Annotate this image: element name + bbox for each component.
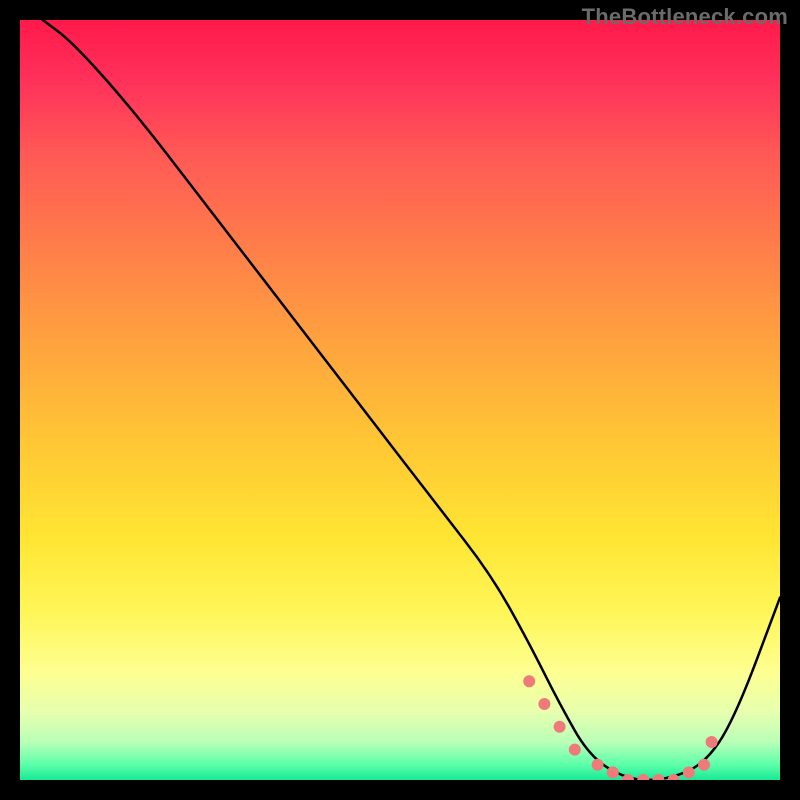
highlight-marker — [569, 744, 581, 756]
highlight-marker — [607, 766, 619, 778]
bottleneck-curve-line — [43, 20, 780, 780]
chart-svg — [20, 20, 780, 780]
highlight-marker — [652, 774, 664, 780]
highlight-marker — [683, 766, 695, 778]
highlight-marker — [698, 759, 710, 771]
highlight-marker — [554, 721, 566, 733]
chart-container: TheBottleneck.com — [0, 0, 800, 800]
highlight-marker — [706, 736, 718, 748]
highlight-marker — [592, 759, 604, 771]
watermark-text: TheBottleneck.com — [582, 4, 788, 30]
highlight-marker — [637, 774, 649, 780]
highlight-marker — [523, 675, 535, 687]
plot-area — [20, 20, 780, 780]
highlight-marker — [538, 698, 550, 710]
